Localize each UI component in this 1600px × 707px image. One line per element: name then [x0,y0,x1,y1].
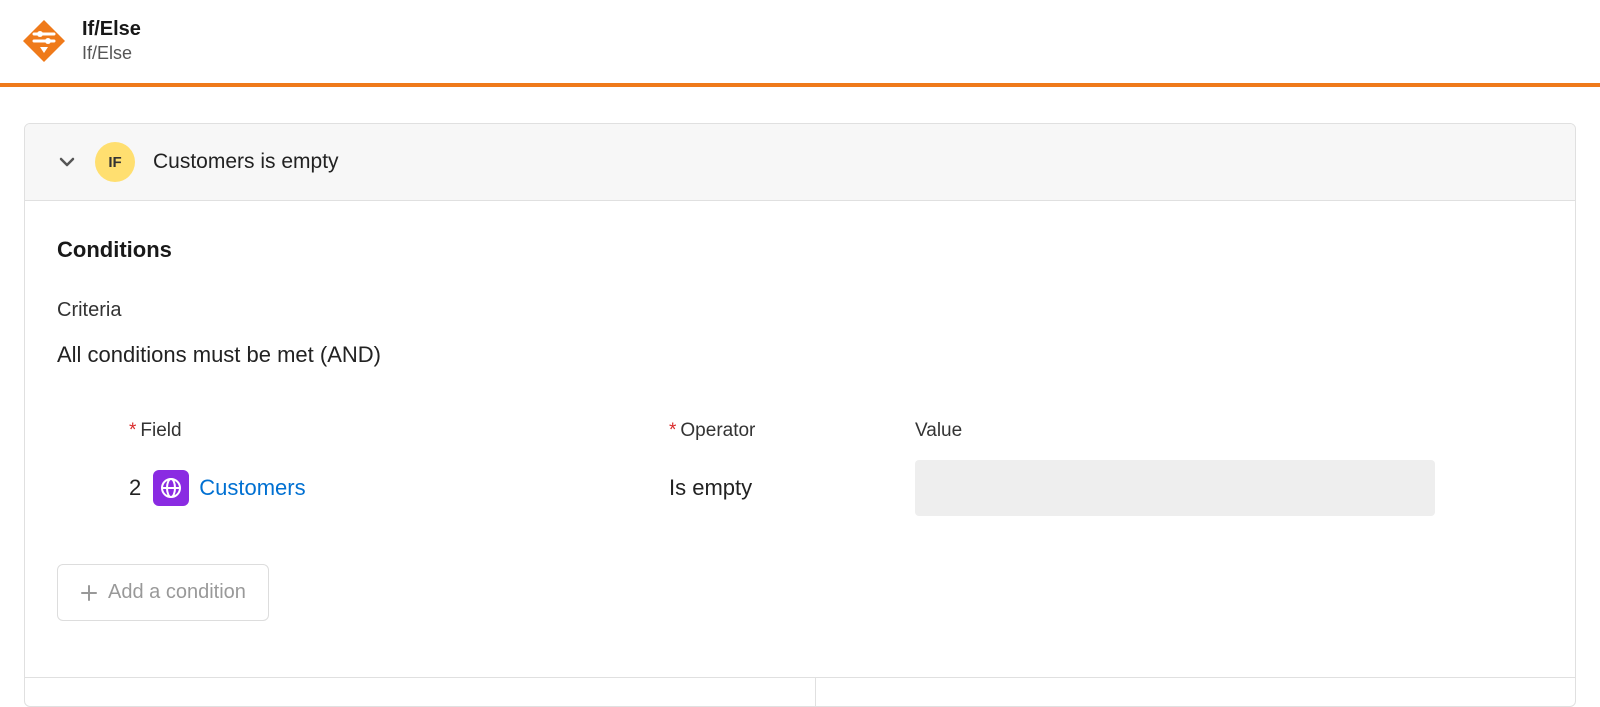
step-number: 2 [129,475,141,501]
criteria-label: Criteria [57,299,1543,322]
chevron-down-icon[interactable] [57,152,77,172]
panel-header[interactable]: IF Customers is empty [25,124,1575,201]
operator-value[interactable]: Is empty [669,475,752,500]
header-subtitle: If/Else [82,42,141,65]
ifelse-icon [20,17,68,65]
condition-panel: IF Customers is empty Conditions Criteri… [24,123,1576,707]
add-condition-button[interactable]: Add a condition [57,564,269,621]
field-link[interactable]: Customers [199,475,305,501]
value-column-label: Value [915,420,962,441]
globe-icon [153,470,189,506]
value-input[interactable] [915,460,1435,516]
panel-title: Customers is empty [153,150,339,174]
add-condition-label: Add a condition [108,581,246,604]
conditions-heading: Conditions [57,237,1543,263]
panel-body: Conditions Criteria All conditions must … [25,201,1575,661]
condition-row-labels: *Field *Operator Value [57,420,1543,442]
plus-icon [80,584,98,602]
header-title: If/Else [82,16,141,42]
header-divider [0,83,1600,87]
if-badge: IF [95,142,135,182]
required-star: * [129,420,136,441]
field-column-label: Field [140,420,181,441]
required-star: * [669,420,676,441]
criteria-value[interactable]: All conditions must be met (AND) [57,342,1543,368]
footer-divider [25,677,1575,706]
page-header: If/Else If/Else [0,0,1600,83]
condition-row: 2 Customers Is empty [57,460,1543,516]
operator-column-label: Operator [680,420,755,441]
